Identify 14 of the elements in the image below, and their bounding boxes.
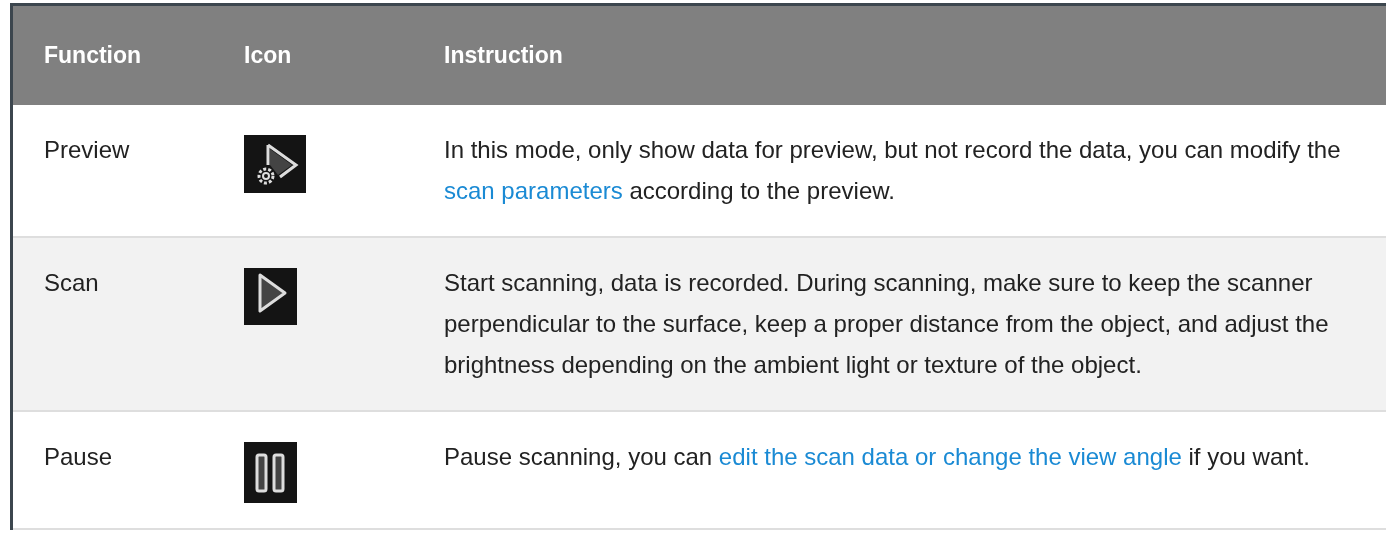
function-cell-text: Preview bbox=[43, 135, 131, 165]
pause-icon bbox=[244, 442, 297, 503]
play-icon bbox=[244, 268, 297, 325]
column-header: Instruction bbox=[443, 42, 564, 69]
link[interactable]: scan parameters bbox=[444, 177, 623, 204]
instruction-text: In this mode, only show data for preview, but not record the data, you can modify the scan parameters according to the preview. bbox=[444, 135, 1342, 206]
function-cell-text: Scan bbox=[43, 268, 100, 298]
instruction-text: Start scanning, data is recorded. During scanning, make sure to keep the scanner perpendicular to the surface, keep a proper distance from the object, and adjust the brightness depending on the ambient light or texture of the object. bbox=[444, 268, 1330, 380]
instruction-text: Pause scanning, you can edit the scan data or change the view angle if you want. bbox=[444, 442, 1311, 472]
play-gear-icon bbox=[244, 135, 306, 193]
function-cell-text: Pause bbox=[43, 442, 114, 472]
column-header: Function bbox=[43, 42, 143, 69]
column-header: Icon bbox=[243, 42, 293, 69]
link[interactable]: edit the scan data or change the view angle bbox=[718, 443, 1182, 470]
